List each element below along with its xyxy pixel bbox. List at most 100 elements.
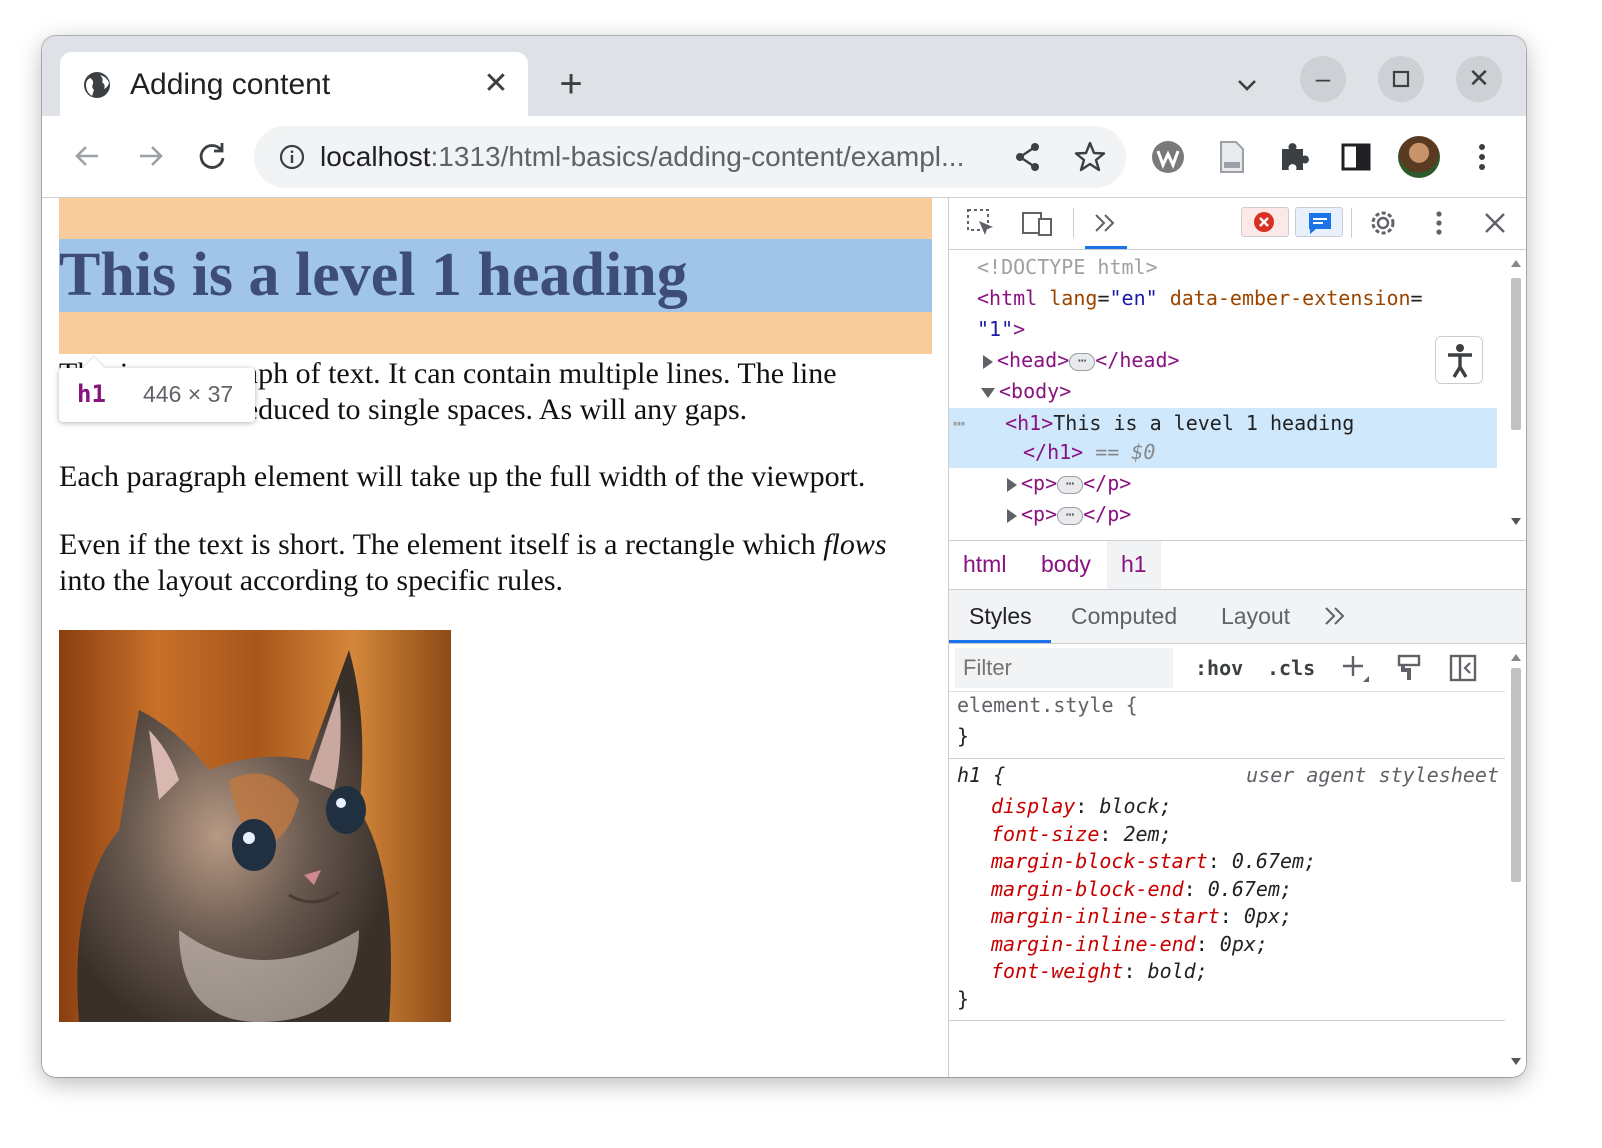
- scroll-up-arrow-icon[interactable]: [1511, 654, 1521, 661]
- inspect-element-icon[interactable]: [965, 207, 997, 239]
- p-node[interactable]: <p> ⋯ </p>: [1007, 499, 1526, 530]
- declaration-display[interactable]: display: block;: [991, 793, 1172, 821]
- element-style-rule[interactable]: element.style {: [957, 692, 1138, 720]
- expand-triangle-icon[interactable]: [1007, 508, 1017, 523]
- extensions-puzzle-icon[interactable]: [1274, 137, 1314, 177]
- maximize-button[interactable]: [1378, 56, 1424, 102]
- close-window-button[interactable]: ✕: [1456, 56, 1502, 102]
- expand-triangle-icon[interactable]: [1007, 477, 1017, 492]
- doctype-text: <!DOCTYPE html>: [977, 255, 1158, 279]
- close-devtools-icon[interactable]: [1479, 207, 1511, 239]
- p-node[interactable]: <p> ⋯ </p>: [1007, 468, 1526, 499]
- collapse-triangle-icon[interactable]: [981, 387, 995, 398]
- elements-scroll-thumb[interactable]: [1511, 278, 1521, 430]
- url-host: localhost: [320, 141, 431, 172]
- collapsed-ellipsis[interactable]: ⋯: [1057, 475, 1084, 494]
- styles-scrollbar[interactable]: [1505, 644, 1526, 1077]
- declaration-margin-inline-end[interactable]: margin-inline-end: 0px;: [991, 931, 1268, 959]
- styles-filter-input[interactable]: [955, 648, 1173, 688]
- collapsed-ellipsis[interactable]: ⋯: [1057, 506, 1084, 525]
- property-value: 2em;: [1123, 821, 1172, 846]
- property-name: margin-block-start: [991, 849, 1208, 873]
- paragraph-2: Each paragraph element will take up the …: [59, 460, 866, 493]
- device-toolbar-icon[interactable]: [1021, 207, 1053, 239]
- node-actions-ellipsis-icon[interactable]: ⋯: [953, 411, 965, 435]
- scroll-down-arrow-icon[interactable]: [1511, 518, 1521, 525]
- h1-text-node: This is a level 1 heading: [1053, 411, 1355, 435]
- url-path: :1313/html-basics/adding-content/exampl.…: [430, 141, 965, 172]
- h1-rule-close: }: [957, 986, 970, 1011]
- share-icon[interactable]: [1008, 137, 1048, 177]
- property-value: 0.67em;: [1231, 849, 1317, 873]
- property-value: bold;: [1147, 959, 1208, 983]
- breadcrumb-body[interactable]: body: [1027, 541, 1105, 589]
- property-value: 0px;: [1243, 904, 1293, 928]
- declaration-margin-block-start[interactable]: margin-block-start: 0.67em;: [991, 848, 1316, 876]
- h1-node-close: </h1> == $0: [1023, 437, 1526, 468]
- devtools-menu-kebab-icon[interactable]: [1423, 207, 1455, 239]
- element-style-close: }: [957, 724, 970, 748]
- h1-close-tag: </h1>: [1023, 440, 1084, 464]
- property-name: font-weight: [991, 959, 1124, 983]
- styles-scroll-thumb[interactable]: [1511, 668, 1521, 882]
- tab-layout[interactable]: Layout: [1201, 590, 1310, 642]
- selected-node-marker: == $0: [1095, 440, 1156, 464]
- error-count-badge[interactable]: [1241, 207, 1289, 237]
- html-attr-ember-value: "1": [977, 317, 1014, 341]
- new-tab-button[interactable]: +: [552, 64, 590, 104]
- tab-computed[interactable]: Computed: [1051, 590, 1197, 642]
- scroll-up-arrow-icon[interactable]: [1511, 260, 1521, 267]
- collapsed-ellipsis[interactable]: ⋯: [1069, 352, 1096, 371]
- breadcrumb-h1[interactable]: h1: [1107, 541, 1161, 589]
- accessibility-tree-button[interactable]: [1435, 336, 1483, 384]
- element-style-selector: element.style {: [957, 693, 1138, 717]
- paragraph-3-line-2: into the layout according to specific ru…: [59, 564, 564, 597]
- h1-node[interactable]: ⋯ <h1>This is a level 1 heading: [953, 408, 1501, 439]
- reload-icon[interactable]: [192, 136, 232, 176]
- property-name: margin-inline-start: [991, 904, 1220, 928]
- tab-adding-content[interactable]: Adding content ✕: [60, 52, 528, 116]
- profile-avatar[interactable]: [1398, 136, 1440, 178]
- toggle-sidebar-icon[interactable]: [1447, 652, 1479, 684]
- paragraph-3-text: Even if the text is short. The element i…: [59, 528, 824, 561]
- breadcrumb-html[interactable]: html: [949, 541, 1020, 589]
- class-toggle[interactable]: .cls: [1267, 652, 1315, 684]
- html-attr-lang-value: "en": [1109, 286, 1158, 310]
- more-tabs-chevron-icon[interactable]: [1319, 600, 1351, 632]
- declaration-font-size[interactable]: font-size: 2em;: [991, 821, 1172, 849]
- paint-roller-icon[interactable]: [1393, 652, 1425, 684]
- elements-scrollbar[interactable]: [1505, 250, 1526, 540]
- elements-tree: <!DOCTYPE html> <html lang="en" data-emb…: [949, 250, 1526, 540]
- message-count-badge[interactable]: [1295, 207, 1343, 237]
- scroll-down-arrow-icon[interactable]: [1511, 1058, 1521, 1065]
- chevron-down-icon[interactable]: [1232, 70, 1262, 100]
- hover-state-toggle[interactable]: :hov: [1195, 652, 1243, 684]
- document-extension-icon[interactable]: [1212, 137, 1252, 177]
- tab-styles[interactable]: Styles: [949, 590, 1052, 642]
- doctype-node[interactable]: <!DOCTYPE html>: [977, 252, 1525, 283]
- declaration-margin-block-end[interactable]: margin-block-end: 0.67em;: [991, 876, 1292, 904]
- rule-origin[interactable]: user agent stylesheet: [1246, 762, 1499, 790]
- tab-close-icon[interactable]: ✕: [482, 69, 510, 99]
- html-node[interactable]: <html lang="en" data-ember-extension=: [977, 283, 1525, 314]
- expand-triangle-icon[interactable]: [983, 354, 993, 369]
- declaration-margin-inline-start[interactable]: margin-inline-start: 0px;: [991, 903, 1292, 931]
- new-style-rule-icon[interactable]: [1339, 652, 1371, 684]
- declaration-font-weight[interactable]: font-weight: bold;: [991, 958, 1208, 986]
- minimize-button[interactable]: –: [1300, 56, 1346, 102]
- bookmark-star-icon[interactable]: [1070, 137, 1110, 177]
- forward-arrow-icon[interactable]: [130, 136, 170, 176]
- h1-open-tag: <h1>: [1005, 411, 1054, 435]
- browser-menu-kebab-icon[interactable]: [1462, 137, 1502, 177]
- side-panel-icon[interactable]: [1336, 137, 1376, 177]
- settings-gear-icon[interactable]: [1367, 207, 1399, 239]
- more-panels-chevron-icon[interactable]: [1089, 207, 1121, 239]
- property-name: margin-inline-end: [991, 931, 1196, 956]
- address-bar[interactable]: localhost:1313/html-basics/adding-conten…: [254, 126, 1126, 188]
- rule-divider: [949, 1020, 1505, 1021]
- back-arrow-icon[interactable]: [68, 136, 108, 176]
- browser-toolbar: localhost:1313/html-basics/adding-conten…: [42, 116, 1526, 198]
- head-close-tag: </head>: [1095, 348, 1180, 372]
- wappalyzer-extension-icon[interactable]: [1148, 137, 1188, 177]
- info-icon[interactable]: [278, 143, 306, 171]
